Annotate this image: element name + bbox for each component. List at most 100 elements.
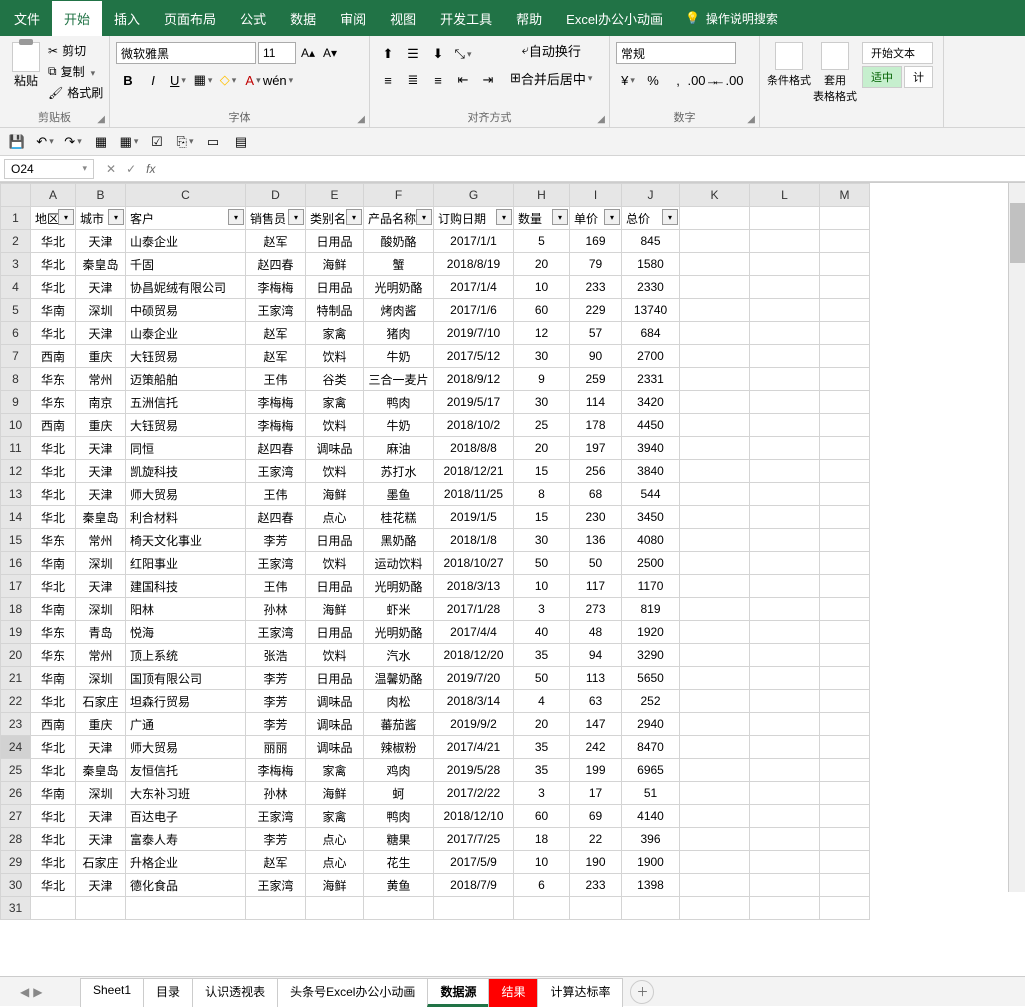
cell[interactable]: 秦皇岛: [76, 253, 126, 276]
cell[interactable]: 252: [622, 690, 680, 713]
cell[interactable]: 天津: [76, 460, 126, 483]
spreadsheet-grid[interactable]: ABCDEFGHIJKLM1地区▾城市▾客户▾销售员▾类别名称▾产品名称▾订购日…: [0, 182, 1025, 922]
underline-button[interactable]: U: [166, 68, 190, 92]
cell[interactable]: 升格企业: [126, 851, 246, 874]
cell[interactable]: [750, 506, 820, 529]
sheet-tab[interactable]: 计算达标率: [537, 978, 623, 1007]
cell[interactable]: 糖果: [364, 828, 434, 851]
cell[interactable]: [434, 897, 514, 920]
cell[interactable]: 147: [570, 713, 622, 736]
cell[interactable]: 256: [570, 460, 622, 483]
cell[interactable]: 肉松: [364, 690, 434, 713]
cell[interactable]: 199: [570, 759, 622, 782]
table-header-cell[interactable]: 订购日期▾: [434, 207, 514, 230]
font-dialog-launcher[interactable]: ◢: [357, 114, 365, 125]
cell[interactable]: 深圳: [76, 598, 126, 621]
cell[interactable]: 华东: [31, 368, 76, 391]
cell[interactable]: 50: [570, 552, 622, 575]
table-header-cell[interactable]: 类别名称▾: [306, 207, 364, 230]
filter-button[interactable]: ▾: [58, 209, 74, 225]
table-header-cell[interactable]: 总价▾: [622, 207, 680, 230]
cell[interactable]: 李芳: [246, 667, 306, 690]
cell[interactable]: 3940: [622, 437, 680, 460]
cell[interactable]: [750, 667, 820, 690]
cell[interactable]: 李芳: [246, 828, 306, 851]
cell[interactable]: 李梅梅: [246, 414, 306, 437]
col-header-F[interactable]: F: [364, 184, 434, 207]
cell[interactable]: 2018/10/27: [434, 552, 514, 575]
cell[interactable]: 重庆: [76, 414, 126, 437]
cell[interactable]: 赵四春: [246, 437, 306, 460]
cell[interactable]: 鸭肉: [364, 391, 434, 414]
cell[interactable]: 华北: [31, 460, 76, 483]
cell[interactable]: 深圳: [76, 299, 126, 322]
cell[interactable]: 海鲜: [306, 598, 364, 621]
cell[interactable]: 华北: [31, 575, 76, 598]
cell[interactable]: 10: [514, 851, 570, 874]
cell[interactable]: 35: [514, 736, 570, 759]
cell[interactable]: 51: [622, 782, 680, 805]
cell[interactable]: 2018/12/10: [434, 805, 514, 828]
row-header-22[interactable]: 22: [1, 690, 31, 713]
new-sheet-button[interactable]: ＋: [630, 980, 654, 1004]
align-bottom-button[interactable]: ⬇: [426, 42, 450, 66]
cell[interactable]: [820, 621, 870, 644]
cell[interactable]: 赵四春: [246, 253, 306, 276]
cell[interactable]: 中硕贸易: [126, 299, 246, 322]
cell[interactable]: 西南: [31, 713, 76, 736]
filter-button[interactable]: ▾: [346, 209, 362, 225]
cell[interactable]: [820, 874, 870, 897]
redo-button[interactable]: ↷: [62, 131, 84, 153]
cell[interactable]: [750, 391, 820, 414]
cell[interactable]: 2018/10/2: [434, 414, 514, 437]
cell[interactable]: 华南: [31, 552, 76, 575]
cell[interactable]: [680, 736, 750, 759]
cell[interactable]: 30: [514, 345, 570, 368]
align-left-button[interactable]: ≡: [376, 68, 400, 92]
cell[interactable]: 178: [570, 414, 622, 437]
cell[interactable]: 华东: [31, 644, 76, 667]
cell[interactable]: 20: [514, 437, 570, 460]
cell[interactable]: 2017/5/12: [434, 345, 514, 368]
fill-color-button[interactable]: ◇: [216, 68, 240, 92]
cell[interactable]: 黄鱼: [364, 874, 434, 897]
cell[interactable]: [680, 322, 750, 345]
cell[interactable]: 李芳: [246, 529, 306, 552]
table-header-cell[interactable]: 城市▾: [76, 207, 126, 230]
qat-btn-1[interactable]: ▦: [90, 131, 112, 153]
row-header-1[interactable]: 1: [1, 207, 31, 230]
cell[interactable]: 百达电子: [126, 805, 246, 828]
cell[interactable]: 麻油: [364, 437, 434, 460]
row-header-25[interactable]: 25: [1, 759, 31, 782]
cell[interactable]: 22: [570, 828, 622, 851]
cell[interactable]: 蕃茄酱: [364, 713, 434, 736]
cell[interactable]: [820, 345, 870, 368]
cell[interactable]: 华北: [31, 322, 76, 345]
cell[interactable]: 2017/1/28: [434, 598, 514, 621]
cell[interactable]: 2019/9/2: [434, 713, 514, 736]
cell[interactable]: 重庆: [76, 713, 126, 736]
cell[interactable]: [820, 437, 870, 460]
cell[interactable]: 华东: [31, 391, 76, 414]
cell[interactable]: 蚵: [364, 782, 434, 805]
cell[interactable]: 2331: [622, 368, 680, 391]
row-header-9[interactable]: 9: [1, 391, 31, 414]
cell[interactable]: 10: [514, 575, 570, 598]
cell[interactable]: 天津: [76, 874, 126, 897]
cell[interactable]: 友恒信托: [126, 759, 246, 782]
cell[interactable]: [680, 713, 750, 736]
cell[interactable]: [680, 437, 750, 460]
cell[interactable]: 华北: [31, 736, 76, 759]
cell[interactable]: 华北: [31, 506, 76, 529]
cell[interactable]: [750, 483, 820, 506]
cell[interactable]: 2017/1/1: [434, 230, 514, 253]
cell[interactable]: 169: [570, 230, 622, 253]
cell[interactable]: 家禽: [306, 391, 364, 414]
cell[interactable]: 秦皇岛: [76, 506, 126, 529]
scrollbar-thumb[interactable]: [1010, 203, 1025, 263]
cell[interactable]: 辣椒粉: [364, 736, 434, 759]
cell[interactable]: 调味品: [306, 437, 364, 460]
cell[interactable]: 6965: [622, 759, 680, 782]
decrease-decimal-button[interactable]: ←.00: [716, 68, 740, 92]
cell[interactable]: 家禽: [306, 322, 364, 345]
